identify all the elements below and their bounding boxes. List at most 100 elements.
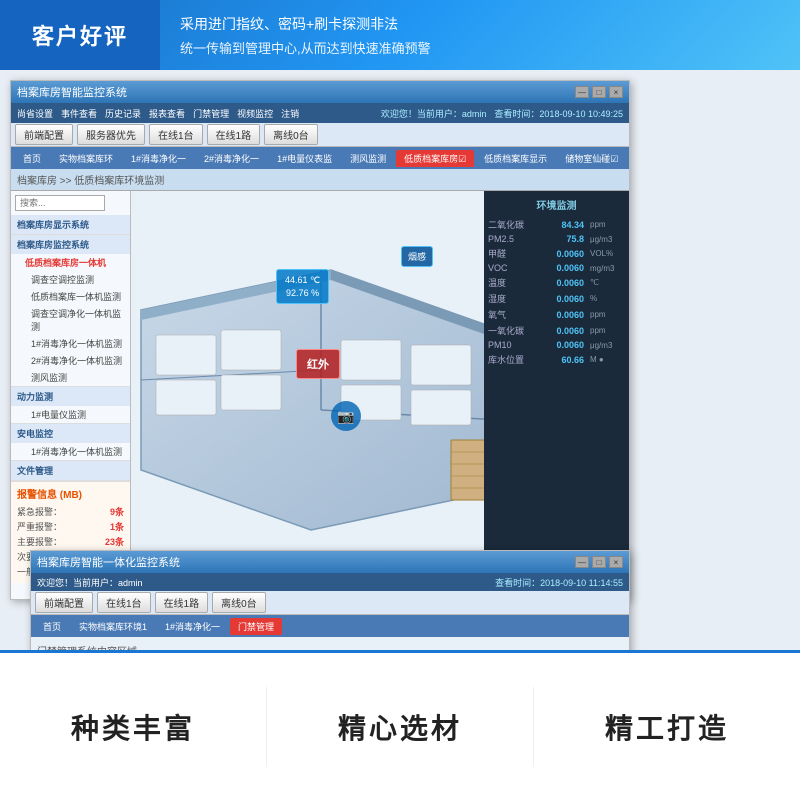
sidebar-item-wind[interactable]: 测风监测 xyxy=(11,369,130,386)
win2-minimize-button[interactable]: — xyxy=(575,556,589,568)
sidebar-item-sterile2[interactable]: 2#消毒净化一体机监测 xyxy=(11,352,130,369)
quick-nav-item-settings[interactable]: 尚省设置 xyxy=(17,107,53,120)
win2-tab-physical[interactable]: 实物档案库环境1 xyxy=(71,618,155,635)
quick-nav-item-events[interactable]: 事件查看 xyxy=(61,107,97,120)
sidebar-header-files[interactable]: 文件管理 xyxy=(11,461,130,480)
env-row-pm25: PM2.5 75.8 μg/m3 xyxy=(488,234,625,244)
quick-nav-item-report[interactable]: 报表查看 xyxy=(149,107,185,120)
window2-nav-tabs: 首页 实物档案库环境1 1#消毒净化一 门禁管理 xyxy=(31,615,629,637)
action-bar: 档案库房 >> 低质档案库环境监测 xyxy=(11,169,629,191)
sensor-smoke[interactable]: 烟感 xyxy=(401,246,433,267)
env-unit-pm25: μg/m3 xyxy=(590,235,625,244)
main-view: 44.61 ℃ 92.76 % 红外 烟感 📷 ► xyxy=(131,191,629,599)
nav-tab-lowgrade[interactable]: 低质档案库房☑ xyxy=(396,150,474,167)
alert-row-serious: 严重报警： 1条 xyxy=(17,519,124,534)
toolbar-btn-server[interactable]: 服务器优先 xyxy=(77,124,145,145)
sidebar-section-monitor: 档案库房监控系统 低质档案库房一体机 调查空调控监测 低质档案库一体机监测 调查… xyxy=(11,235,130,387)
bottom-item-craft: 精工打造 xyxy=(534,687,800,767)
quick-nav-item-video[interactable]: 视频监控 xyxy=(237,107,273,120)
brand-text: 客户好评 xyxy=(32,19,128,51)
env-row-pm10: PM10 0.0060 μg/m3 xyxy=(488,340,625,350)
sidebar-header-display[interactable]: 档案库房显示系统 xyxy=(11,215,130,234)
sidebar-section-display: 档案库房显示系统 xyxy=(11,215,130,235)
nav-tab-datasec[interactable]: 数据安全监测 xyxy=(628,150,629,167)
nav-tab-storage[interactable]: 储物室仙碰☑ xyxy=(557,150,626,167)
sidebar-section-files: 文件管理 xyxy=(11,461,130,481)
sensor-temp-humidity[interactable]: 44.61 ℃ 92.76 % xyxy=(276,269,329,304)
sidebar-header-monitor[interactable]: 档案库房监控系统 xyxy=(11,235,130,254)
main-system-window: 档案库房智能监控系统 — □ × 尚省设置 事件查看 历史记录 报表查看 门禁管… xyxy=(10,80,630,600)
minimize-button[interactable]: — xyxy=(575,86,589,98)
camera-symbol: 📷 xyxy=(337,408,354,425)
brand-label: 客户好评 xyxy=(0,0,160,70)
win2-tab-door[interactable]: 门禁管理 xyxy=(230,618,282,635)
env-value-pm10: 0.0060 xyxy=(549,340,584,350)
window1-controls[interactable]: — □ × xyxy=(575,86,623,98)
env-row-oxygen: 氧气 0.0060 ppm xyxy=(488,308,625,321)
env-row-humidity: 湿度 0.0060 % xyxy=(488,292,625,305)
sidebar-item-sterile1[interactable]: 1#消毒净化一体机监测 xyxy=(11,335,130,352)
sidebar-item-ac-purifier[interactable]: 调查空调净化一体机监测 xyxy=(11,305,130,335)
env-label-temp: 温度 xyxy=(488,276,543,289)
window2-quicknav: 欢迎您！当前用户：admin 查看时间：2018-09-10 11:14:55 xyxy=(31,573,629,591)
env-value-oxygen: 0.0060 xyxy=(549,310,584,320)
camera-icon[interactable]: 📷 xyxy=(331,401,361,431)
env-label-waterlevel: 库水位置 xyxy=(488,353,543,366)
sidebar-item-ac-monitor[interactable]: 调查空调控监测 xyxy=(11,271,130,288)
banner-line2: 统一传输到管理中心,从而达到快速准确预警 xyxy=(180,38,780,57)
bottom-text-variety: 种类丰富 xyxy=(10,707,256,747)
env-value-humidity: 0.0060 xyxy=(549,294,584,304)
env-label-co2: 二氧化碳 xyxy=(488,218,543,231)
topinfo-time: 查看时间：2018-09-10 10:49:25 xyxy=(494,107,623,120)
banner-text-area: 采用进门指纹、密码+刷卡探测非法 统一传输到管理中心,从而达到快速准确预警 xyxy=(160,6,800,65)
nav-tab-wind[interactable]: 测风监测 xyxy=(342,150,394,167)
window1-titlebar: 档案库房智能监控系统 — □ × xyxy=(11,81,629,103)
search-box[interactable] xyxy=(15,195,105,211)
win2-toolbar-btn-line[interactable]: 在线1路 xyxy=(155,592,209,613)
nav-tab-electric[interactable]: 1#电量仪表监 xyxy=(269,150,340,167)
nav-tab-sterile2[interactable]: 2#消毒净化一 xyxy=(196,150,267,167)
close-button[interactable]: × xyxy=(609,86,623,98)
env-unit-co: ppm xyxy=(590,326,625,335)
nav-tab-lowgrade-display[interactable]: 低质档案库显示 xyxy=(476,150,555,167)
win2-tab-home[interactable]: 首页 xyxy=(35,618,69,635)
env-label-pm25: PM2.5 xyxy=(488,234,543,244)
win2-close-button[interactable]: × xyxy=(609,556,623,568)
toolbar-btn-frontend[interactable]: 前端配置 xyxy=(15,124,73,145)
win2-maximize-button[interactable]: □ xyxy=(592,556,606,568)
sidebar-item-electric[interactable]: 1#电量仪监测 xyxy=(11,406,130,423)
toolbar-btn-online[interactable]: 在线1台 xyxy=(149,124,203,145)
sidebar-header-security[interactable]: 安电监控 xyxy=(11,424,130,443)
sidebar-header-power[interactable]: 动力监测 xyxy=(11,387,130,406)
sensor-infrared[interactable]: 红外 xyxy=(296,349,340,379)
nav-tab-sterile1[interactable]: 1#消毒净化一 xyxy=(123,150,194,167)
win2-time: 查看时间：2018-09-10 11:14:55 xyxy=(495,576,623,589)
env-value-waterlevel: 60.66 xyxy=(549,355,584,365)
sidebar-section-security: 安电监控 1#消毒净化一体机监测 xyxy=(11,424,130,461)
sidebar-item-security-sterile[interactable]: 1#消毒净化一体机监测 xyxy=(11,443,130,460)
maximize-button[interactable]: □ xyxy=(592,86,606,98)
bottom-banner: 种类丰富 精心选材 精工打造 xyxy=(0,650,800,800)
sidebar-item-lowgrade-integrated[interactable]: 低质档案库房一体机 xyxy=(11,254,130,271)
env-label-pm10: PM10 xyxy=(488,340,543,350)
alert-label-urgent: 紧急报警： xyxy=(17,505,62,518)
toolbar-btn-online-line[interactable]: 在线1路 xyxy=(207,124,261,145)
env-unit-temp: ℃ xyxy=(590,278,625,287)
quick-nav-item-door[interactable]: 门禁管理 xyxy=(193,107,229,120)
nav-tab-home[interactable]: 首页 xyxy=(15,150,49,167)
sensor-smoke-label: 烟感 xyxy=(408,252,426,262)
nav-tab-physical[interactable]: 实物档案库环 xyxy=(51,150,121,167)
quick-nav-item-logout[interactable]: 注销 xyxy=(281,107,299,120)
window2-controls[interactable]: — □ × xyxy=(575,556,623,568)
win2-toolbar-btn-frontend[interactable]: 前端配置 xyxy=(35,592,93,613)
sidebar-item-lowgrade-allinone[interactable]: 低质档案库一体机监测 xyxy=(11,288,130,305)
win2-tab-sterile[interactable]: 1#消毒净化一 xyxy=(157,618,228,635)
env-value-pm25: 75.8 xyxy=(549,234,584,244)
toolbar-btn-offline[interactable]: 离线0台 xyxy=(264,124,318,145)
search-input[interactable] xyxy=(20,198,100,208)
win2-toolbar-btn-online[interactable]: 在线1台 xyxy=(97,592,151,613)
quick-nav-item-history[interactable]: 历史记录 xyxy=(105,107,141,120)
window2-content: 门禁管理系统内容区域 xyxy=(31,637,629,650)
win2-toolbar-btn-offline[interactable]: 离线0台 xyxy=(212,592,266,613)
env-row-co: 一氧化碳 0.0060 ppm xyxy=(488,324,625,337)
